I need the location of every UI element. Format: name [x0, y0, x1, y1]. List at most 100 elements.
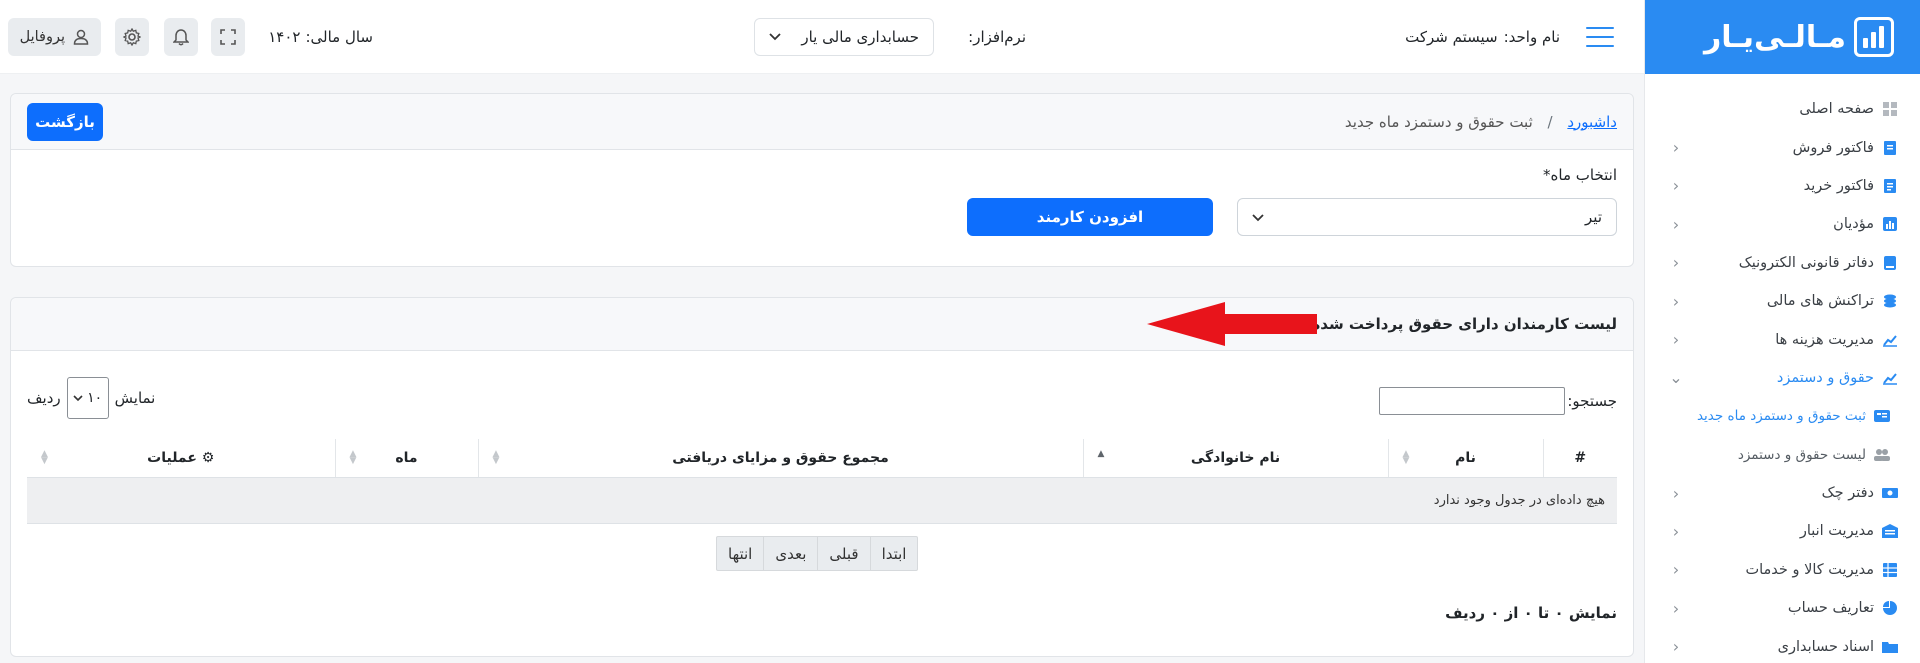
sort-icon: ▲ ▼ — [41, 449, 48, 466]
fullscreen-button[interactable] — [211, 18, 245, 56]
chevron-left-icon: ‹ — [1672, 521, 1680, 541]
column-header-label: مجموع حقوق و مزایای دریافتی — [672, 449, 889, 466]
chart-icon — [1882, 216, 1898, 232]
column-header-index[interactable]: # — [1542, 439, 1617, 478]
sidebar-item-home[interactable]: صفحه اصلی — [1645, 90, 1920, 128]
pie-icon — [1882, 600, 1898, 616]
settings-button[interactable] — [115, 18, 149, 56]
software-select[interactable]: حسابداری مالی یار — [754, 18, 934, 56]
breadcrumb-separator: / — [1547, 112, 1553, 131]
unit-value: سیستم شرکت — [1405, 28, 1498, 46]
column-header-name[interactable]: نام ▲ ▼ — [1387, 439, 1543, 478]
folder-icon — [1882, 639, 1898, 655]
card-header: داشبورد / ثبت حقوق و دستمزد ماه جدید باز… — [11, 94, 1633, 150]
column-header-family[interactable]: نام خانوادگی ▲ — [1082, 439, 1388, 478]
brand-logo[interactable]: مـالـی‌یـار — [1645, 0, 1920, 74]
month-label: انتخاب ماه* — [1543, 166, 1617, 184]
breadcrumb-current: ثبت حقوق و دستمزد ماه جدید — [1344, 112, 1533, 131]
table-row-empty: هیچ داده‌ای در جدول وجود ندارد — [27, 476, 1617, 524]
chevron-down-icon — [1252, 208, 1264, 226]
chevron-left-icon: ‹ — [1672, 637, 1680, 657]
length-rows-label: ردیف — [27, 389, 61, 407]
chevron-left-icon: ‹ — [1672, 138, 1680, 158]
breadcrumb: داشبورد / ثبت حقوق و دستمزد ماه جدید — [1345, 113, 1617, 131]
sidebar-item-sales-invoice[interactable]: فاکتور فروش ‹ — [1645, 128, 1920, 166]
sort-icon: ▲ ▼ — [349, 449, 357, 466]
length-show-label: نمایش — [114, 389, 156, 407]
unit-label: نام واحد: — [1503, 28, 1560, 46]
add-employee-button[interactable]: افزودن کارمند — [967, 198, 1213, 236]
pager-last-button[interactable]: انتها — [717, 537, 763, 570]
sidebar-item-warehouse[interactable]: مدیریت انبار ‹ — [1645, 512, 1920, 550]
profile-label: پروفایل — [19, 29, 65, 45]
page-length-value: ۱۰ — [87, 390, 103, 406]
sidebar-item-products[interactable]: مدیریت کالا و خدمات ‹ — [1645, 551, 1920, 589]
sidebar-item-expenses[interactable]: مدیریت هزینه ها ‹ — [1645, 320, 1920, 358]
brand-name: مـالـی‌یـار — [1703, 19, 1846, 55]
hamburger-icon — [1586, 27, 1614, 47]
month-select[interactable]: تیر — [1237, 198, 1617, 236]
column-header-month[interactable]: ماه ▲ ▼ — [334, 439, 478, 478]
line-chart-icon — [1882, 332, 1898, 348]
sort-asc-icon: ▲ — [1097, 449, 1105, 459]
coins-icon — [1882, 293, 1898, 309]
new-payroll-card: داشبورد / ثبت حقوق و دستمزد ماه جدید باز… — [10, 93, 1634, 267]
column-header-label: نام — [1455, 449, 1476, 466]
table-icon — [1882, 562, 1898, 578]
sidebar-item-label: دفتر چک — [1821, 485, 1874, 502]
page-length-group: نمایش ۱۰ ردیف — [27, 377, 155, 419]
month-form: انتخاب ماه* تیر افزودن کارمند — [11, 150, 1633, 268]
table-header-row: # نام ▲ ▼ نام خانوادگی ▲ مجموع حقوق و مزا… — [27, 439, 1617, 478]
fiscal-year: سال مالی: ۱۴۰۲ — [268, 0, 373, 74]
table-controls: جستجو: نمایش ۱۰ ردیف — [11, 351, 1633, 439]
sidebar-subitem-payroll-list[interactable]: لیست حقوق و دستمزد — [1645, 436, 1920, 474]
id-card-icon — [1874, 408, 1890, 424]
sidebar-item-label: مؤدیان — [1833, 216, 1874, 233]
software-select-wrap: حسابداری مالی یار — [754, 0, 934, 74]
sidebar-item-payroll[interactable]: حقوق و دستمزد ⌄ — [1645, 359, 1920, 397]
sidebar-item-checkbook[interactable]: دفتر چک ‹ — [1645, 474, 1920, 512]
profile-button[interactable]: پروفایل — [7, 18, 101, 56]
search-input[interactable] — [1379, 387, 1566, 415]
column-header-label: # — [1574, 449, 1587, 466]
breadcrumb-home-link[interactable]: داشبورد — [1567, 113, 1617, 131]
chevron-left-icon: ‹ — [1672, 253, 1680, 273]
chevron-left-icon: ‹ — [1672, 598, 1680, 618]
pager-next-button[interactable]: بعدی — [763, 537, 817, 570]
column-header-operations[interactable]: ⚙ عملیات ▲ ▼ — [27, 439, 335, 478]
invoice-icon — [1882, 140, 1898, 156]
chevron-down-icon: ⌄ — [1669, 368, 1683, 388]
table-info: نمایش ۰ تا ۰ از ۰ ردیف — [1445, 604, 1617, 622]
page-length-select[interactable]: ۱۰ — [66, 377, 109, 419]
warehouse-icon — [1882, 523, 1898, 539]
sidebar-item-taxpayers[interactable]: مؤدیان ‹ — [1645, 205, 1920, 243]
fullscreen-wrap — [211, 0, 245, 74]
pager-previous-button[interactable]: قبلی — [817, 537, 869, 570]
sidebar-item-legal-books[interactable]: دفاتر قانونی الکترونیک ‹ — [1645, 244, 1920, 282]
sidebar-subitem-new-payroll[interactable]: ثبت حقوق و دستمزد ماه جدید — [1645, 397, 1920, 435]
sidebar-item-label: صفحه اصلی — [1799, 101, 1874, 118]
chevron-left-icon: ‹ — [1672, 176, 1680, 196]
dashboard-icon — [1882, 101, 1898, 117]
back-button[interactable]: بازگشت — [27, 102, 103, 141]
bell-icon — [173, 28, 189, 45]
fiscal-year-value: ۱۴۰۲ — [268, 28, 301, 46]
sidebar-toggle-button[interactable] — [1586, 0, 1614, 74]
cogs-icon: ⚙ — [201, 449, 215, 466]
profile-wrap: پروفایل — [7, 0, 101, 74]
sidebar-item-transactions[interactable]: تراکنش های مالی ‹ — [1645, 282, 1920, 320]
list-card-header: لیست کارمندان دارای حقوق پرداخت شده در ت… — [11, 298, 1633, 351]
sidebar-item-accounts[interactable]: تعاریف حساب ‹ — [1645, 589, 1920, 627]
column-header-total-salary[interactable]: مجموع حقوق و مزایای دریافتی ▲ ▼ — [477, 439, 1083, 478]
software-select-value: حسابداری مالی یار — [801, 28, 919, 46]
sidebar-item-label: فاکتور فروش — [1792, 139, 1874, 156]
sidebar-item-purchase-invoice[interactable]: فاکتور خرید ‹ — [1645, 167, 1920, 205]
notification-wrap — [164, 0, 198, 74]
fullscreen-icon — [220, 29, 236, 45]
pager-first-button[interactable]: ابتدا — [869, 537, 918, 570]
red-arrow-annotation — [1147, 302, 1317, 346]
notifications-button[interactable] — [164, 18, 198, 56]
sidebar-item-documents[interactable]: اسناد حسابداری ‹ — [1645, 627, 1920, 663]
chevron-left-icon: ‹ — [1672, 483, 1680, 503]
sort-icon: ▲ ▼ — [492, 449, 500, 466]
